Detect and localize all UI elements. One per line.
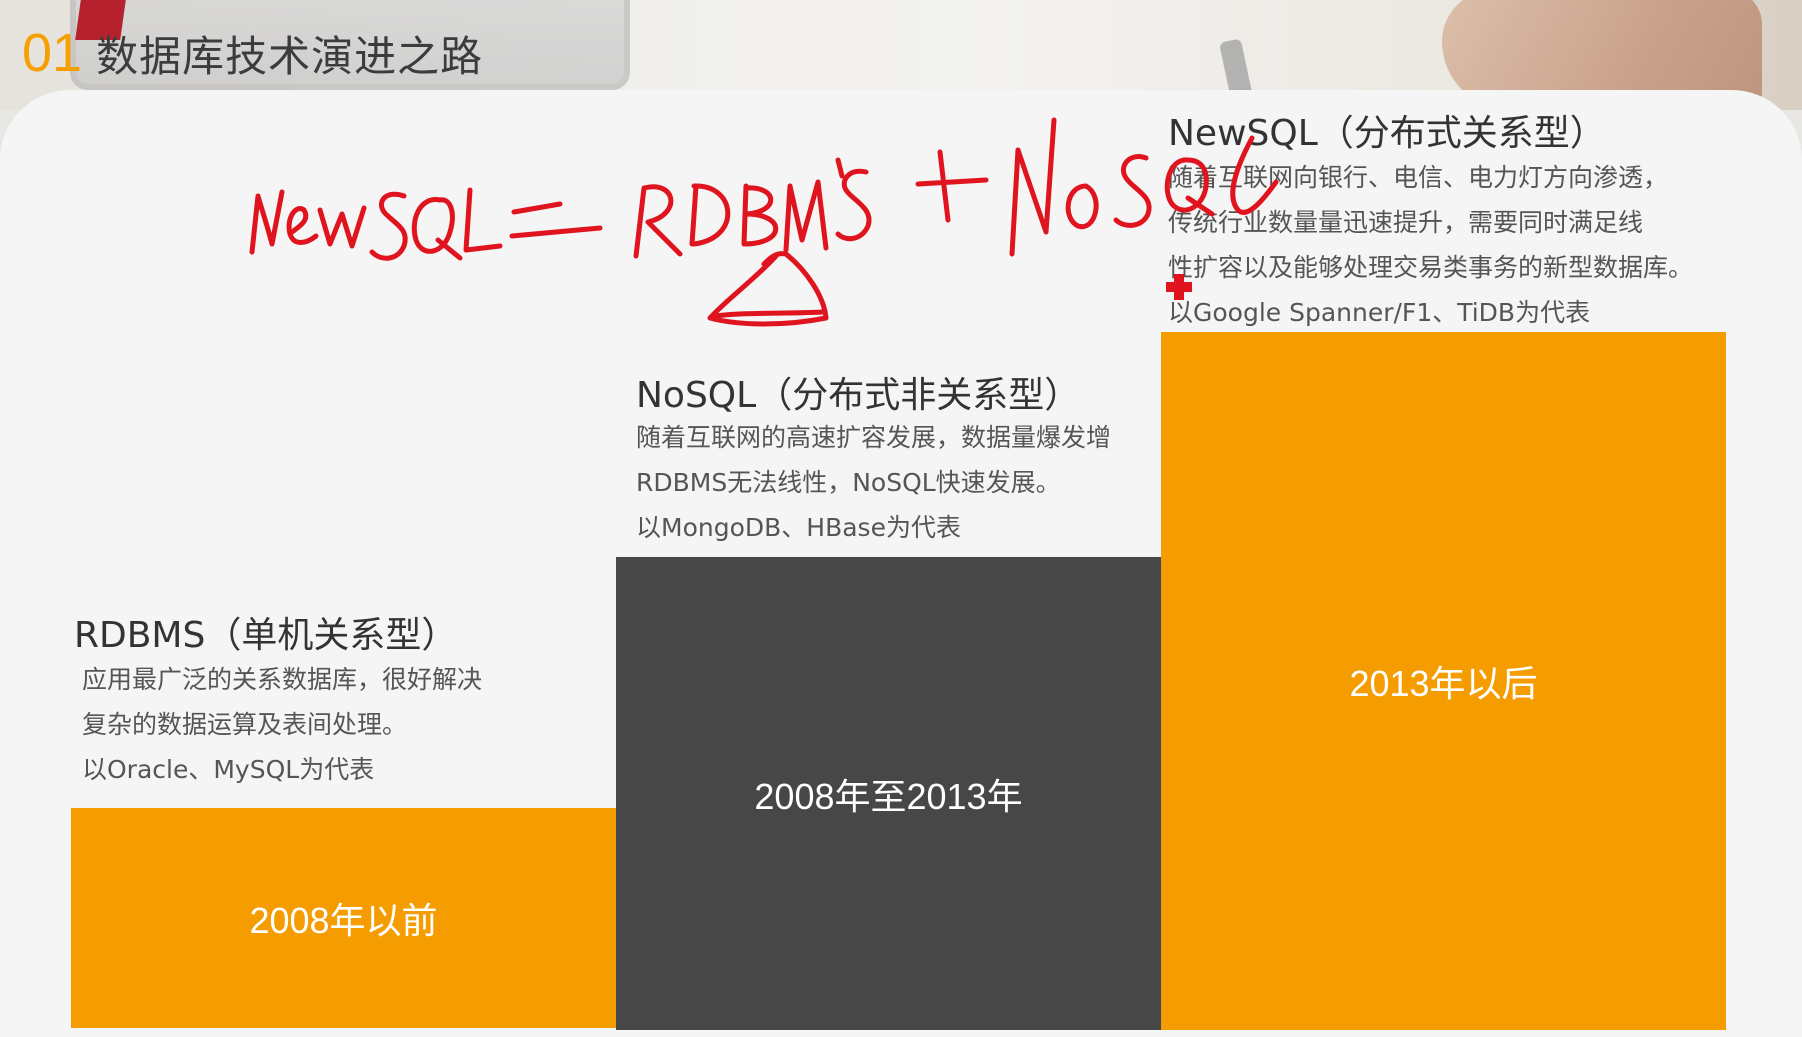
newsql-heading: NewSQL（分布式关系型） — [1168, 113, 1606, 154]
red-cross-cursor-icon — [1166, 274, 1192, 300]
newsql-period-label: 2013年以后 — [1349, 663, 1538, 704]
newsql-desc-line: 性扩容以及能够处理交易类事务的新型数据库。 — [1168, 253, 1694, 282]
newsql-period-block: 2013年以后 — [1161, 332, 1726, 1030]
newsql-desc-line: 随着互联网向银行、电信、电力灯方向渗透， — [1168, 163, 1669, 192]
newsql-desc-line: 以Google Spanner/F1、TiDB为代表 — [1168, 298, 1591, 327]
newsql-description: 随着互联网向银行、电信、电力灯方向渗透， 传统行业数量量迅速提升，需要同时满足线… — [1168, 155, 1693, 335]
slide-viewer: 01 数据库技术演进之路 RDBMS（单机关系型） 应用最广泛的关系数据库，很好… — [0, 0, 1802, 1037]
nosql-period-block: 2008年至2013年 — [616, 557, 1161, 1030]
rdbms-period-block: 2008年以前 — [71, 808, 616, 1028]
slide-number: 01 — [22, 23, 83, 83]
rdbms-description: 应用最广泛的关系数据库，很好解决 复杂的数据运算及表间处理。 以Oracle、M… — [82, 657, 482, 792]
rdbms-desc-line: 应用最广泛的关系数据库，很好解决 — [82, 665, 483, 694]
nosql-desc-line: 以MongoDB、HBase为代表 — [636, 513, 961, 542]
nosql-heading: NoSQL（分布式非关系型） — [636, 375, 1081, 416]
newsql-desc-line: 传统行业数量量迅速提升，需要同时满足线 — [1168, 208, 1644, 237]
nosql-desc-line: 随着互联网的高速扩容发展，数据量爆发增 — [636, 423, 1112, 452]
rdbms-desc-line: 以Oracle、MySQL为代表 — [82, 755, 375, 784]
nosql-desc-line: RDBMS无法线性，NoSQL快速发展。 — [636, 468, 1061, 497]
nosql-period-label: 2008年至2013年 — [754, 775, 1023, 817]
slide-title: 01 数据库技术演进之路 — [22, 22, 483, 84]
nosql-description: 随着互联网的高速扩容发展，数据量爆发增 RDBMS无法线性，NoSQL快速发展。… — [636, 415, 1111, 550]
slide-title-text: 数据库技术演进之路 — [96, 32, 484, 81]
rdbms-desc-line: 复杂的数据运算及表间处理。 — [82, 710, 408, 739]
rdbms-period-label: 2008年以前 — [249, 900, 438, 941]
rdbms-heading: RDBMS（单机关系型） — [74, 615, 458, 656]
